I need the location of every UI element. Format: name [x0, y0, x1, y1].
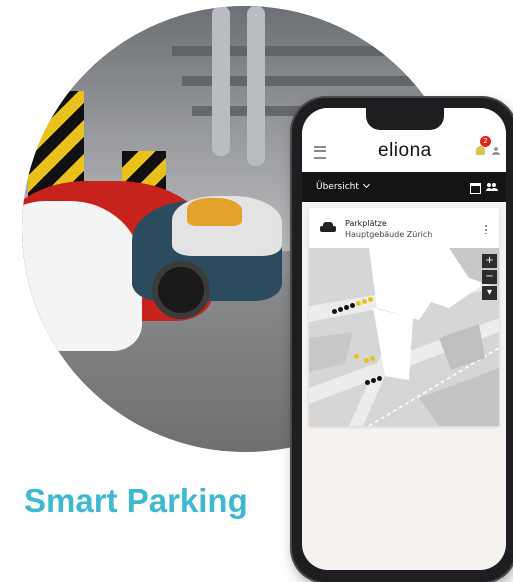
parking-spot-free[interactable]: [370, 356, 375, 361]
menu-icon[interactable]: [314, 146, 326, 159]
kebab-icon[interactable]: [485, 224, 487, 234]
app-navbar: Übersicht: [302, 172, 506, 202]
parking-spot-free[interactable]: [364, 358, 369, 363]
zoom-in-button[interactable]: +: [482, 254, 497, 268]
car-icon: [320, 222, 336, 232]
app-logo: eliona: [378, 140, 432, 161]
people-icon[interactable]: [486, 183, 498, 192]
parking-spot-free[interactable]: [354, 354, 359, 359]
user-icon[interactable]: [492, 147, 500, 155]
bell-icon[interactable]: [476, 146, 485, 155]
phone-screen: eliona 2 Übersicht Parkplätze Hauptgebäu…: [302, 108, 506, 570]
view-select[interactable]: Übersicht: [316, 172, 370, 202]
parking-spot-occupied[interactable]: [344, 305, 349, 310]
card-subtitle: Hauptgebäude Zürich: [345, 230, 433, 239]
parking-spot-free[interactable]: [368, 297, 373, 302]
parking-spot-free[interactable]: [356, 301, 361, 306]
map-drawing: [309, 248, 499, 426]
parking-spot-occupied[interactable]: [365, 380, 370, 385]
parking-map[interactable]: + − ▾: [309, 248, 499, 426]
parking-spot-occupied[interactable]: [332, 309, 337, 314]
headline: Smart Parking: [24, 482, 248, 519]
parking-spot-occupied[interactable]: [338, 307, 343, 312]
parking-spot-occupied[interactable]: [377, 376, 382, 381]
parking-spot-occupied[interactable]: [371, 378, 376, 383]
window-icon[interactable]: [470, 183, 481, 194]
notification-badge: 2: [480, 136, 491, 147]
phone-notch: [366, 108, 444, 130]
parking-spot-free[interactable]: [362, 299, 367, 304]
parking-card: Parkplätze Hauptgebäude Zürich + − ▾: [309, 208, 499, 426]
chevron-down-icon: [362, 180, 370, 189]
zoom-out-button[interactable]: −: [482, 270, 497, 284]
phone-mockup: eliona 2 Übersicht Parkplätze Hauptgebäu…: [292, 98, 513, 582]
view-select-label: Übersicht: [316, 182, 359, 192]
parking-spot-occupied[interactable]: [350, 303, 355, 308]
layers-button[interactable]: ▾: [482, 286, 497, 300]
card-title: Parkplätze: [345, 219, 387, 228]
